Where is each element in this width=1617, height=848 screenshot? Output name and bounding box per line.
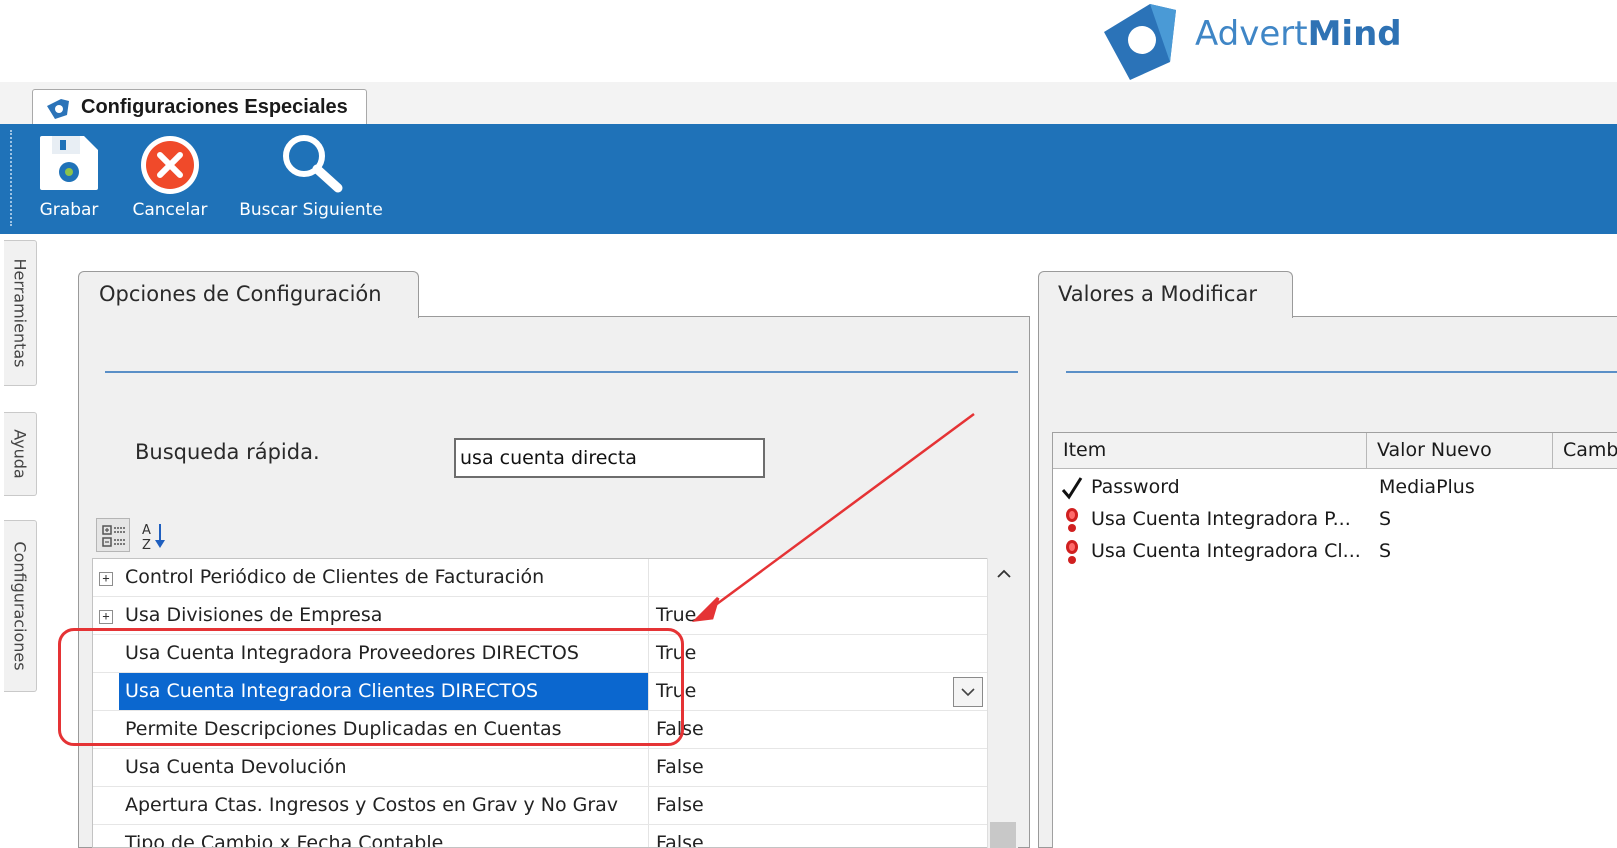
scrollbar-thumb[interactable]	[990, 822, 1016, 848]
document-tab-label: Configuraciones Especiales	[81, 96, 348, 118]
grid-row-name: Usa Cuenta Integradora Proveedores DIREC…	[119, 635, 649, 672]
side-tab-ayuda-label: Ayuda	[10, 429, 30, 479]
tab-values-to-modify[interactable]: Valores a Modificar	[1038, 271, 1293, 318]
grid-row-value[interactable]	[650, 559, 988, 596]
checkmark-icon	[1061, 477, 1083, 500]
sort-az-icon: A Z	[142, 523, 165, 551]
side-tab-configuraciones[interactable]: Configuraciones	[4, 520, 37, 692]
search-icon	[283, 135, 343, 193]
quick-search-input[interactable]	[454, 438, 765, 478]
column-header-change[interactable]: Cambio	[1553, 433, 1617, 469]
find-next-button[interactable]: Buscar Siguiente	[228, 124, 394, 234]
grid-row[interactable]: Permite Descripciones Duplicadas en Cuen…	[93, 711, 988, 749]
grid-row-name: Tipo de Cambio x Fecha Contable	[119, 825, 649, 847]
logo-text-light: Advert	[1195, 14, 1308, 54]
save-icon	[40, 136, 98, 190]
side-tab-herramientas[interactable]: Herramientas	[4, 240, 37, 386]
property-grid-toolbar: A Z	[92, 512, 1018, 558]
expand-icon[interactable]: +	[99, 610, 113, 624]
find-next-button-label: Buscar Siguiente	[239, 200, 383, 220]
list-item-name: Usa Cuenta Integradora P...	[1091, 508, 1351, 530]
categorized-icon	[102, 525, 125, 547]
logo-icon	[1104, 4, 1176, 80]
grid-row[interactable]: + Usa Divisiones de Empresa True	[93, 597, 988, 635]
grid-row[interactable]: Apertura Ctas. Ingresos y Costos en Grav…	[93, 787, 988, 825]
list-item[interactable]: Usa Cuenta Integradora Cl... S	[1053, 535, 1617, 567]
app-logo-icon	[47, 99, 69, 119]
grid-row-value[interactable]: True	[650, 673, 988, 710]
cancel-button[interactable]: Cancelar	[122, 124, 218, 234]
grid-row-name: Usa Cuenta Integradora Clientes DIRECTOS	[119, 673, 649, 710]
grid-row-name: Usa Divisiones de Empresa	[119, 597, 649, 634]
grid-row[interactable]: Tipo de Cambio x Fecha Contable False	[93, 825, 988, 847]
grid-row-name: Permite Descripciones Duplicadas en Cuen…	[119, 711, 649, 748]
grid-row[interactable]: Usa Cuenta Integradora Proveedores DIREC…	[93, 635, 988, 673]
expand-icon[interactable]: +	[99, 572, 113, 586]
grid-row-name: Usa Cuenta Devolución	[119, 749, 649, 786]
ribbon-toolbar: Grabar Cancelar Buscar Siguiente	[0, 124, 1617, 234]
chevron-down-icon	[961, 688, 975, 697]
list-item-name: Usa Cuenta Integradora Cl...	[1091, 540, 1361, 562]
quick-search-label: Busqueda rápida.	[135, 440, 320, 464]
grid-row-value[interactable]: True	[650, 597, 988, 634]
tab-values-to-modify-label: Valores a Modificar	[1058, 282, 1257, 306]
list-item-value: S	[1379, 508, 1392, 530]
scroll-up-icon[interactable]	[996, 568, 1012, 580]
save-button[interactable]: Grabar	[30, 124, 108, 234]
changes-list: Item Valor Nuevo Cambio Password MediaPl…	[1052, 432, 1617, 848]
save-button-label: Grabar	[39, 200, 99, 220]
grid-row-value[interactable]: False	[650, 711, 988, 748]
svg-text:A: A	[142, 523, 151, 538]
cancel-icon	[141, 136, 199, 194]
exclamation-icon	[1066, 508, 1078, 532]
grid-row[interactable]: + Control Periódico de Clientes de Factu…	[93, 559, 988, 597]
logo-text-bold: Mind	[1307, 14, 1402, 54]
side-tab-ayuda[interactable]: Ayuda	[4, 412, 37, 496]
column-header-new-value[interactable]: Valor Nuevo	[1367, 433, 1553, 469]
ribbon-grip[interactable]	[10, 130, 14, 226]
exclamation-icon	[1066, 540, 1078, 564]
list-item[interactable]: Usa Cuenta Integradora P... S	[1053, 503, 1617, 535]
tab-config-options[interactable]: Opciones de Configuración	[78, 271, 419, 318]
left-panel-divider	[105, 371, 1018, 373]
document-tab-configuraciones[interactable]: Configuraciones Especiales	[32, 89, 367, 125]
grid-row-value[interactable]: True	[650, 635, 988, 672]
grid-row-selected[interactable]: Usa Cuenta Integradora Clientes DIRECTOS…	[93, 673, 988, 711]
value-dropdown-button[interactable]	[953, 677, 983, 707]
grid-row-value[interactable]: False	[650, 787, 988, 824]
right-panel-divider	[1066, 371, 1617, 373]
list-item-value: S	[1379, 540, 1392, 562]
alphabetical-view-button[interactable]: A Z	[136, 518, 170, 552]
column-header-item[interactable]: Item	[1053, 433, 1367, 469]
tab-config-options-label: Opciones de Configuración	[99, 282, 382, 306]
grid-row-name: Control Periódico de Clientes de Factura…	[119, 559, 649, 596]
side-tab-herramientas-label: Herramientas	[10, 258, 30, 368]
grid-row-name: Apertura Ctas. Ingresos y Costos en Grav…	[119, 787, 649, 824]
categorized-view-button[interactable]	[96, 518, 130, 552]
grid-row-value[interactable]: False	[650, 749, 988, 786]
cancel-button-label: Cancelar	[132, 200, 208, 220]
property-grid-scrollbar[interactable]	[987, 558, 1018, 848]
grid-row[interactable]: Usa Cuenta Devolución False	[93, 749, 988, 787]
list-item-name: Password	[1091, 476, 1180, 498]
logo: AdvertMind	[1090, 0, 1402, 82]
svg-text:Z: Z	[142, 538, 151, 551]
side-tab-configuraciones-label: Configuraciones	[10, 541, 30, 671]
list-item-value: MediaPlus	[1379, 476, 1475, 498]
property-grid: + Control Periódico de Clientes de Factu…	[92, 558, 1018, 848]
grid-row-value[interactable]: False	[650, 825, 988, 847]
list-item[interactable]: Password MediaPlus	[1053, 471, 1617, 503]
